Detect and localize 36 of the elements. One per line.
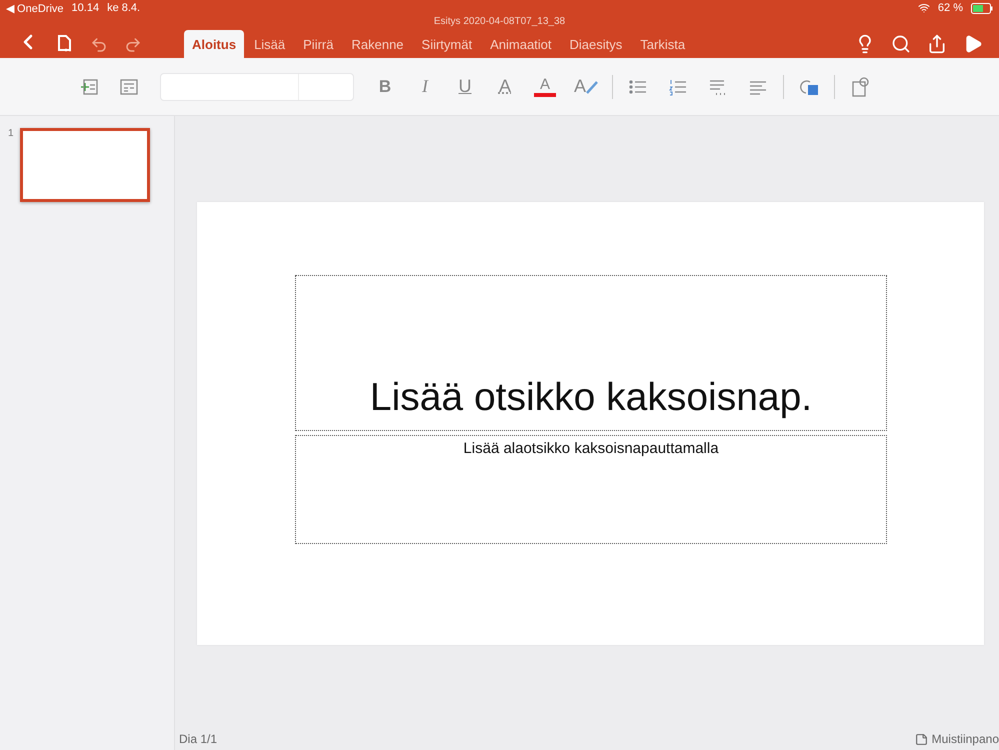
redo-icon bbox=[124, 36, 142, 54]
undo-icon bbox=[90, 36, 108, 54]
ribbon-tab[interactable]: Siirtymät bbox=[414, 30, 480, 58]
ribbon-tab[interactable]: Lisää bbox=[246, 30, 294, 58]
ribbon-tab[interactable]: Animaatiot bbox=[482, 30, 560, 58]
font-field[interactable] bbox=[160, 72, 354, 100]
ribbon-tab[interactable]: Tarkista bbox=[632, 30, 694, 58]
subtitle-text: Lisää alaotsikko kaksoisnapauttamalla bbox=[463, 440, 719, 459]
title-placeholder[interactable]: Lisää otsikko kaksoisnap. bbox=[295, 275, 887, 431]
share-icon bbox=[927, 34, 947, 54]
text-effects-button[interactable]: A bbox=[570, 72, 602, 102]
back-to-app-link[interactable]: ◀ OneDrive bbox=[6, 2, 64, 14]
window-title: Esitys 2020-04-08T07_13_38 bbox=[434, 16, 566, 28]
document-icon bbox=[56, 34, 74, 54]
slide-counter: Dia 1/1 bbox=[179, 732, 218, 746]
brush-icon bbox=[586, 80, 598, 94]
ribbon-tab[interactable]: Aloitus bbox=[184, 30, 244, 58]
note-icon bbox=[914, 732, 928, 746]
font-color-button[interactable]: A bbox=[530, 72, 560, 102]
notes-button[interactable]: Muistiinpano bbox=[914, 732, 999, 746]
ribbon-tab[interactable]: Piirrä bbox=[295, 30, 342, 58]
italic-button[interactable]: I bbox=[410, 72, 440, 102]
underline-button[interactable]: U bbox=[450, 72, 480, 102]
font-size-button[interactable]: A bbox=[490, 72, 520, 102]
subtitle-placeholder[interactable]: Lisää alaotsikko kaksoisnapauttamalla bbox=[295, 435, 887, 544]
battery-percent: 62 % bbox=[938, 2, 963, 14]
bold-button[interactable]: B bbox=[370, 72, 400, 102]
status-date: ke 8.4. bbox=[107, 2, 140, 14]
search-icon bbox=[891, 34, 911, 54]
ribbon-tab[interactable]: Rakenne bbox=[343, 30, 412, 58]
title-text: Lisää otsikko kaksoisnap. bbox=[370, 376, 812, 420]
battery-icon bbox=[971, 2, 993, 14]
slide-number: 1 bbox=[8, 128, 14, 141]
status-time: 10.14 bbox=[72, 2, 100, 14]
ribbon-tab[interactable]: Diaesitys bbox=[562, 30, 630, 58]
slide-thumbnail[interactable] bbox=[20, 128, 150, 202]
